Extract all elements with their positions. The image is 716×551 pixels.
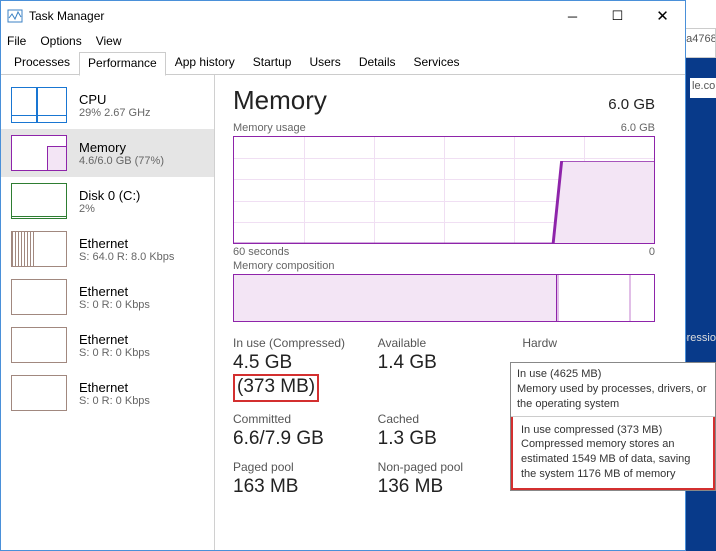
stat-label: Non-paged pool [378,460,511,474]
sidebar-label: Ethernet [79,236,174,251]
stat-value-available: 1.4 GB [378,352,511,374]
stat-label: Available [378,336,511,350]
sidebar-label: Ethernet [79,380,150,395]
disk-sparkline-icon [11,183,67,219]
y-max-label: 6.0 GB [621,122,655,134]
sidebar: CPU 29% 2.67 GHz Memory 4.6/6.0 GB (77%) [1,75,215,550]
tab-startup[interactable]: Startup [244,51,301,75]
stat-value-in-use: 4.5 GB (373 MB) [233,352,366,402]
tab-users[interactable]: Users [300,51,349,75]
ethernet-sparkline-icon [11,231,67,267]
sidebar-label: Disk 0 (C:) [79,188,140,203]
sidebar-sublabel: S: 0 R: 0 Kbps [79,347,150,359]
stat-label: Committed [233,412,366,426]
menu-file[interactable]: File [7,34,26,48]
sidebar-label: Ethernet [79,332,150,347]
ethernet-sparkline-icon [11,327,67,363]
minimize-button[interactable]: ─ [550,1,595,31]
sidebar-item-ethernet-2[interactable]: Ethernet S: 0 R: 0 Kbps [1,321,214,369]
x-right-label: 0 [649,246,655,258]
stat-value-cached: 1.3 GB [378,428,511,450]
page-title: Memory [233,85,327,116]
memory-usage-chart[interactable] [233,136,655,244]
window-title: Task Manager [29,9,550,23]
stat-label: Hardw [522,336,655,350]
tab-details[interactable]: Details [350,51,405,75]
sidebar-item-disk[interactable]: Disk 0 (C:) 2% [1,177,214,225]
titlebar[interactable]: Task Manager ─ ☐ ✕ [1,1,685,31]
sidebar-sublabel: S: 0 R: 0 Kbps [79,395,150,407]
stat-label: Cached [378,412,511,426]
sidebar-sublabel: 2% [79,203,140,215]
ethernet-sparkline-icon [11,375,67,411]
memory-sparkline-icon [11,135,67,171]
close-button[interactable]: ✕ [640,1,685,31]
menu-options[interactable]: Options [40,34,81,48]
tab-services[interactable]: Services [405,51,469,75]
stat-value-paged: 163 MB [233,476,366,498]
tab-processes[interactable]: Processes [5,51,79,75]
capacity-label: 6.0 GB [608,96,655,113]
sidebar-sublabel: S: 64.0 R: 8.0 Kbps [79,251,174,263]
task-manager-icon [7,8,23,24]
memory-composition-chart[interactable] [233,274,655,322]
tooltip-body: Memory used by processes, drivers, or th… [517,382,709,412]
tooltip-body: Compressed memory stores an estimated 15… [521,437,705,482]
graph-title: Memory usage [233,122,306,134]
browser-urlbar-fragment: le.co… [690,78,716,98]
maximize-button[interactable]: ☐ [595,1,640,31]
sidebar-item-cpu[interactable]: CPU 29% 2.67 GHz [1,81,214,129]
sidebar-sublabel: 4.6/6.0 GB (77%) [79,155,164,167]
cpu-sparkline-icon [11,87,67,123]
sidebar-label: Memory [79,140,164,155]
memory-tooltip: In use (4625 MB) Memory used by processe… [510,362,716,491]
sidebar-item-ethernet-0[interactable]: Ethernet S: 64.0 R: 8.0 Kbps [1,225,214,273]
sidebar-sublabel: S: 0 R: 0 Kbps [79,299,150,311]
tab-apphistory[interactable]: App history [166,51,244,75]
sidebar-item-memory[interactable]: Memory 4.6/6.0 GB (77%) [1,129,214,177]
x-left-label: 60 seconds [233,246,289,258]
stat-value-committed: 6.6/7.9 GB [233,428,366,450]
ethernet-sparkline-icon [11,279,67,315]
composition-title: Memory composition [233,260,334,272]
sidebar-label: CPU [79,92,151,107]
tooltip-title: In use compressed (373 MB) [521,423,705,438]
compressed-highlight: (373 MB) [233,374,319,402]
sidebar-label: Ethernet [79,284,150,299]
stat-label: Paged pool [233,460,366,474]
sidebar-sublabel: 29% 2.67 GHz [79,107,151,119]
sidebar-item-ethernet-1[interactable]: Ethernet S: 0 R: 0 Kbps [1,273,214,321]
sidebar-item-ethernet-3[interactable]: Ethernet S: 0 R: 0 Kbps [1,369,214,417]
menu-view[interactable]: View [96,34,122,48]
stat-label: In use (Compressed) [233,336,366,350]
stat-value-nonpaged: 136 MB [378,476,511,498]
tab-performance[interactable]: Performance [79,52,166,76]
tooltip-title: In use (4625 MB) [517,367,709,382]
